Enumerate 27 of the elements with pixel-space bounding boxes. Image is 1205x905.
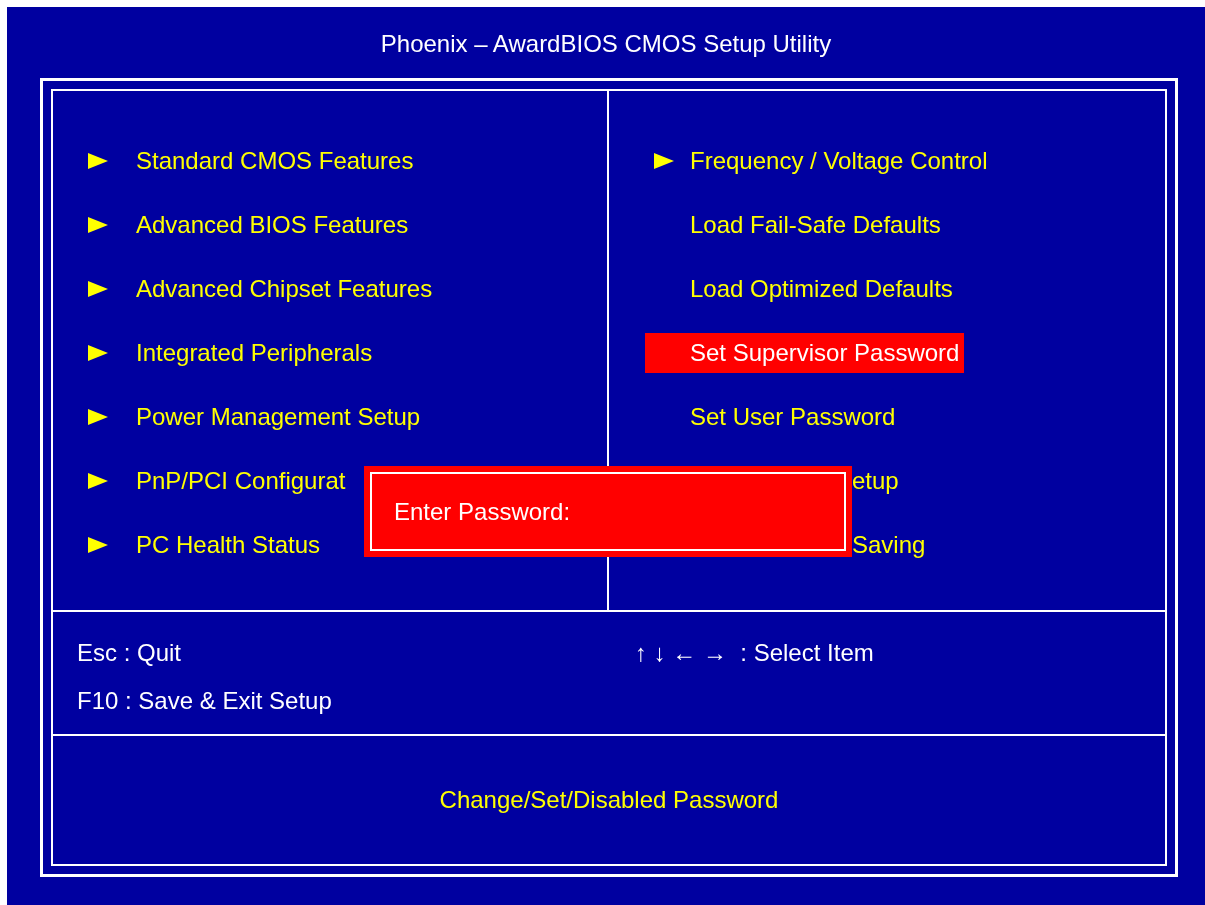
key-hint: F10 : Save & Exit Setup	[77, 686, 332, 716]
menu-item[interactable]: Standard CMOS Features	[79, 141, 419, 181]
password-dialog[interactable]: Enter Password:	[364, 466, 852, 557]
menu-item[interactable]: Advanced Chipset Features	[79, 269, 438, 309]
submenu-arrow-icon	[88, 217, 108, 233]
key-hint: Esc : Quit	[77, 638, 182, 668]
submenu-arrow-icon	[654, 153, 674, 169]
menu-item[interactable]: Set Supervisor Password	[645, 333, 965, 373]
submenu-arrow-icon	[88, 473, 108, 489]
window-title: Phoenix – AwardBIOS CMOS Setup Utility	[380, 29, 832, 59]
submenu-arrow-icon	[88, 409, 108, 425]
menu-item[interactable]: Load Optimized Defaults	[645, 269, 958, 309]
menu-item[interactable]: PnP/PCI Configurat	[79, 461, 351, 501]
menu-item[interactable]: Frequency / Voltage Control	[645, 141, 993, 181]
menu-item[interactable]: Power Management Setup	[79, 397, 426, 437]
submenu-arrow-icon	[88, 345, 108, 361]
menu-item[interactable]: Load Fail-Safe Defaults	[645, 205, 946, 245]
submenu-arrow-icon	[88, 153, 108, 169]
menu-item[interactable]: Advanced BIOS Features	[79, 205, 414, 245]
submenu-arrow-icon	[88, 281, 108, 297]
menu-item[interactable]: PC Health Status	[79, 525, 326, 565]
menu-item[interactable]: Integrated Peripherals	[79, 333, 378, 373]
key-hint: ↑ ↓ ← → : Select Item	[635, 638, 874, 668]
help-text: Change/Set/Disabled Password	[439, 785, 779, 815]
menu-item[interactable]: Set User Password	[645, 397, 901, 437]
submenu-arrow-icon	[88, 537, 108, 553]
password-prompt: Enter Password:	[394, 496, 571, 527]
